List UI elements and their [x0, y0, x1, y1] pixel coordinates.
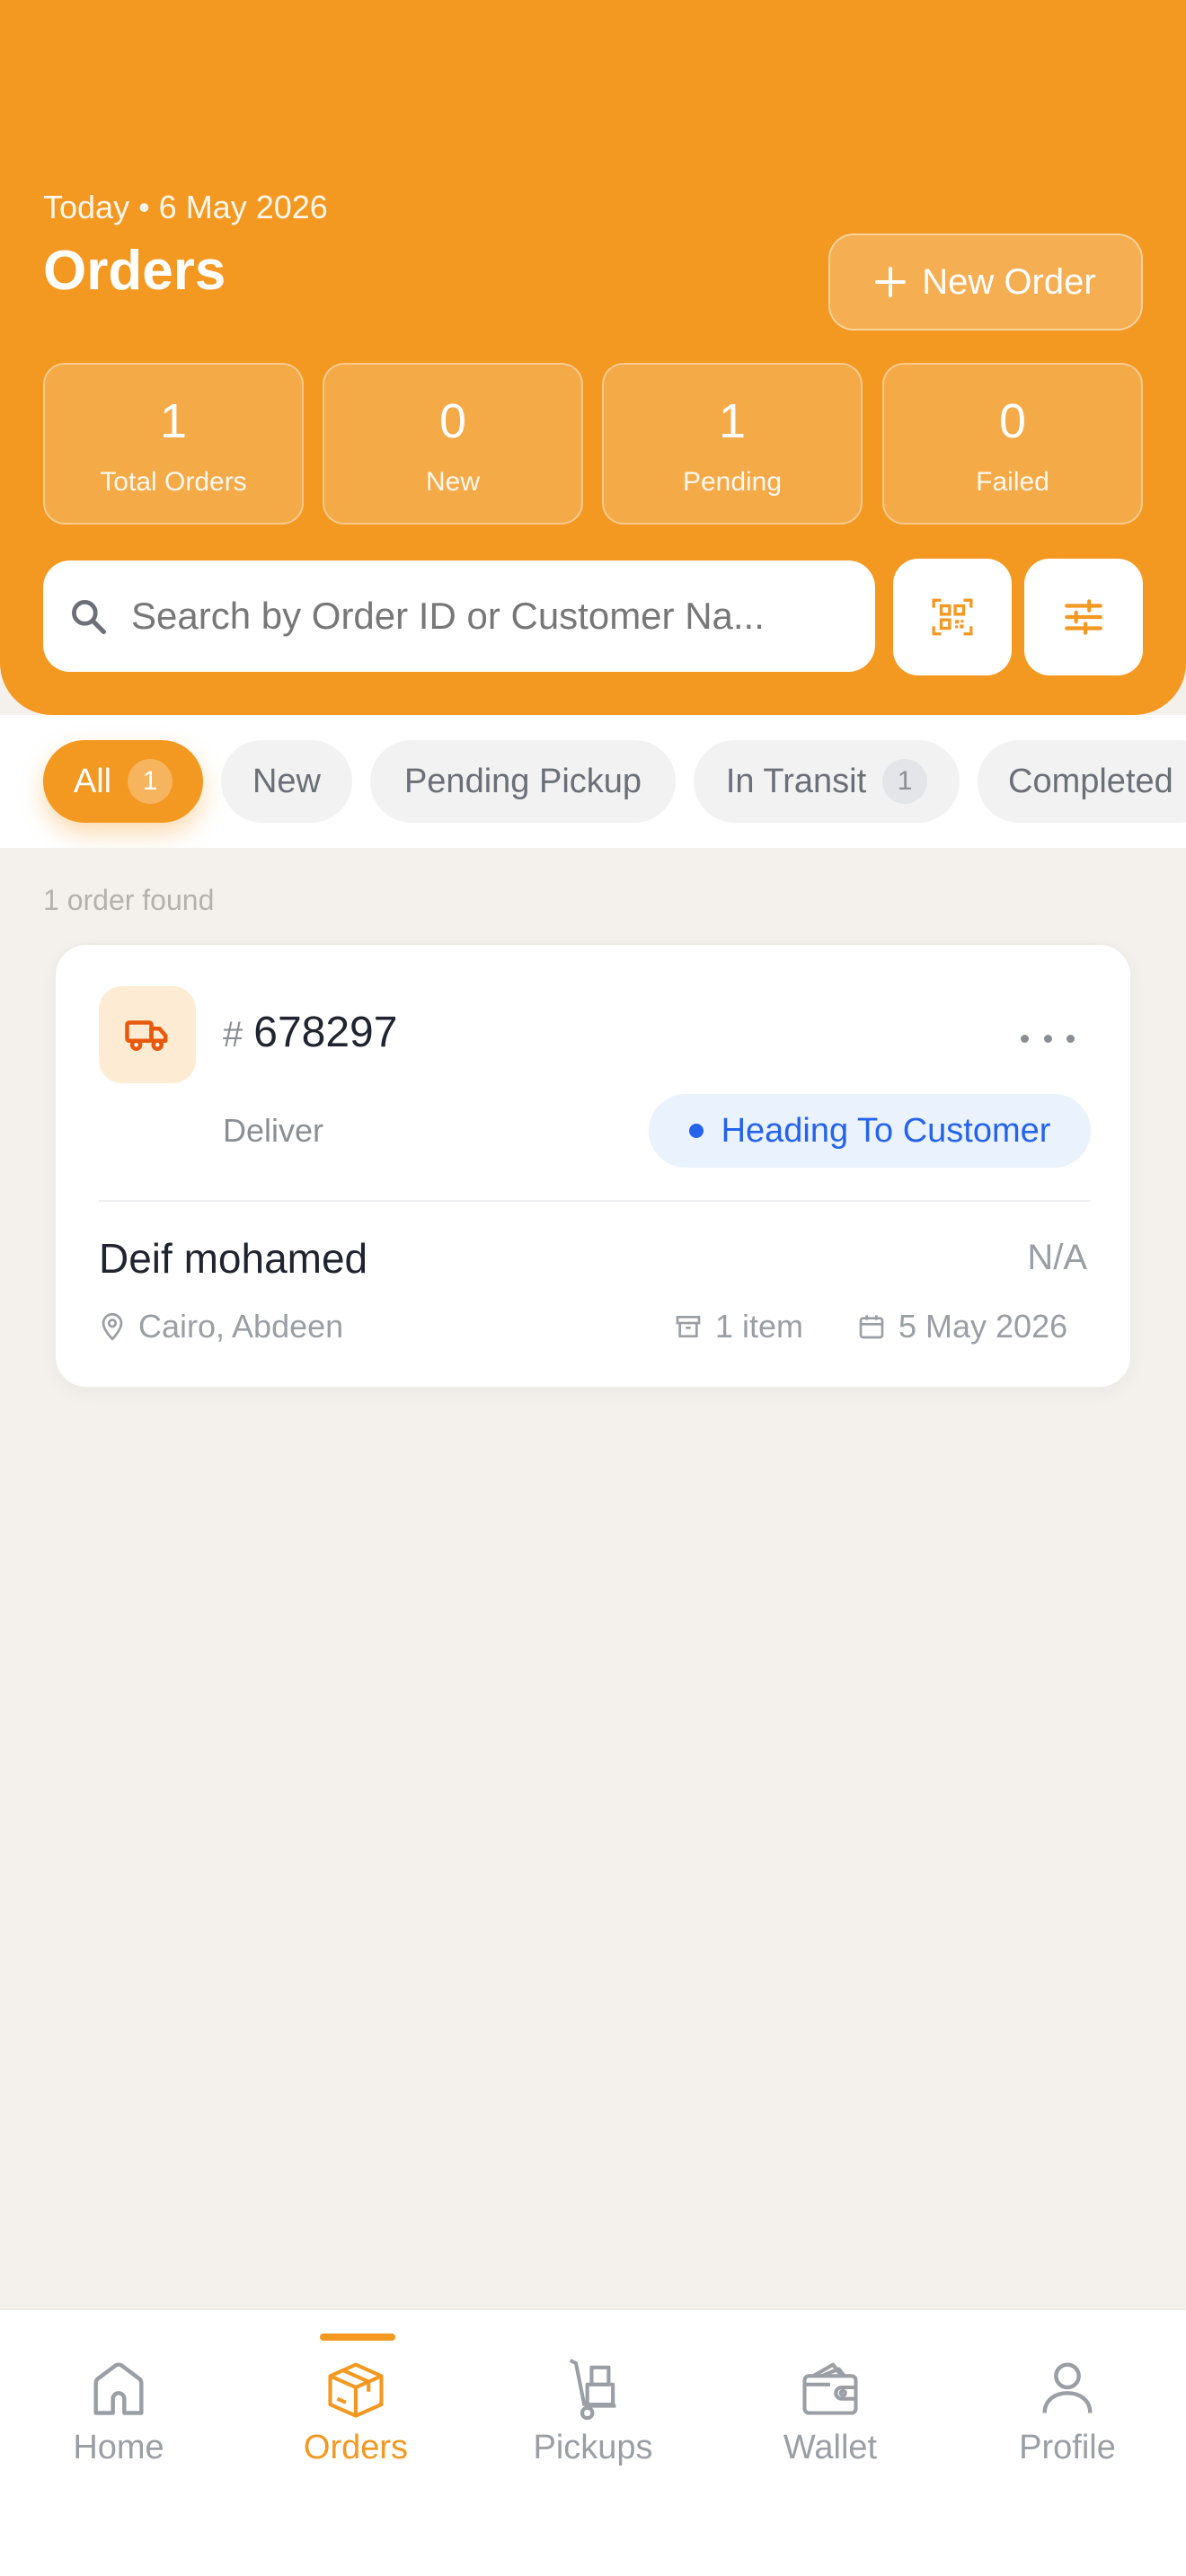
tab-in-transit[interactable]: In Transit 1 — [694, 740, 960, 823]
stat-label: New — [425, 467, 480, 497]
nav-item-wallet[interactable]: Wallet — [712, 2310, 949, 2508]
order-card[interactable]: #678297 Deliver Heading To Customer Deif… — [54, 943, 1132, 1389]
calendar-icon — [859, 1315, 884, 1339]
order-items: 1 item — [674, 1308, 803, 1345]
user-icon — [1042, 2362, 1093, 2413]
scan-qr-button[interactable] — [893, 559, 1012, 675]
nav-item-orders[interactable]: Orders — [237, 2310, 474, 2508]
nav-item-home[interactable]: Home — [0, 2310, 237, 2508]
tab-label: All — [73, 762, 112, 800]
nav-label: Profile — [1019, 2429, 1116, 2466]
nav-label: Pickups — [533, 2429, 653, 2466]
stat-value: 1 — [159, 394, 188, 448]
new-order-label: New Order — [922, 261, 1096, 302]
home-icon — [93, 2362, 144, 2415]
items-text: 1 item — [715, 1308, 804, 1345]
order-hash: # — [223, 1015, 243, 1054]
order-amount: N/A — [1027, 1238, 1087, 1277]
tab-label: New — [252, 762, 322, 800]
more-dot — [1043, 1034, 1052, 1043]
tab-count: 1 — [882, 759, 928, 804]
more-options-icon[interactable] — [1021, 1028, 1075, 1049]
tab-label: Pending Pickup — [403, 762, 642, 800]
orders-header: Today • 6 May 2026 Orders New Order 1 To… — [0, 0, 1186, 715]
search-bar — [43, 560, 875, 672]
location-pin-icon — [102, 1312, 123, 1341]
date-text: 5 May 2026 — [898, 1308, 1068, 1345]
results-count: 1 order found — [43, 884, 215, 916]
hand-truck-icon — [569, 2359, 616, 2421]
more-dot — [1067, 1034, 1075, 1043]
order-id: #678297 — [223, 1008, 397, 1057]
stat-total-orders[interactable]: 1 Total Orders — [43, 363, 304, 525]
stat-value: 0 — [998, 394, 1027, 448]
filter-button[interactable] — [1024, 559, 1143, 675]
nav-item-profile[interactable]: Profile — [949, 2310, 1186, 2508]
nav-label: Home — [73, 2429, 164, 2466]
stat-label: Pending — [682, 467, 783, 497]
divider — [99, 1200, 1091, 1202]
stat-new[interactable]: 0 New — [323, 363, 583, 525]
new-order-button[interactable]: New Order — [828, 234, 1143, 331]
date-line: Today • 6 May 2026 — [43, 189, 328, 225]
bottom-nav: Home Orders Pickups Wallet Profile — [0, 2308, 1186, 2576]
stat-failed[interactable]: 0 Failed — [882, 363, 1143, 525]
tab-completed[interactable]: Completed — [978, 740, 1186, 823]
status-tabs: All 1 New Pending Pickup In Transit 1 Co… — [0, 715, 1186, 848]
location-text: Cairo, Abdeen — [138, 1308, 344, 1345]
order-date: 5 May 2026 — [857, 1308, 1067, 1345]
plus-icon — [875, 267, 907, 297]
stats-row: 1 Total Orders 0 New 1 Pending 0 Failed — [43, 363, 1143, 525]
order-number: 678297 — [253, 1009, 398, 1056]
status-dot — [688, 1124, 704, 1138]
customer-name: Deif mohamed — [99, 1235, 368, 1282]
search-icon — [72, 600, 106, 634]
nav-item-pickups[interactable]: Pickups — [474, 2310, 712, 2508]
box-icon — [328, 2362, 384, 2418]
tab-label: Completed — [1008, 762, 1173, 800]
status-label: Heading To Customer — [721, 1111, 1051, 1150]
delivery-type-badge — [99, 986, 196, 1083]
tab-all[interactable]: All 1 — [43, 740, 203, 823]
truck-icon — [125, 1020, 168, 1051]
wallet-icon — [802, 2362, 858, 2415]
stat-pending[interactable]: 1 Pending — [602, 363, 863, 525]
tab-new[interactable]: New — [221, 740, 352, 823]
order-location: Cairo, Abdeen — [99, 1308, 343, 1345]
tab-pending-pickup[interactable]: Pending Pickup — [370, 740, 676, 823]
sliders-icon — [1065, 599, 1102, 635]
stat-value: 1 — [718, 394, 747, 448]
search-input[interactable] — [129, 580, 857, 652]
active-tab-indicator — [320, 2333, 395, 2341]
tab-count: 1 — [128, 759, 173, 804]
qr-code-icon — [932, 598, 973, 636]
order-type: Deliver — [223, 1112, 324, 1149]
stat-value: 0 — [438, 394, 467, 448]
status-badge: Heading To Customer — [649, 1094, 1091, 1168]
archive-icon — [676, 1316, 701, 1337]
tab-label: In Transit — [725, 762, 867, 800]
nav-label: Orders — [303, 2429, 409, 2466]
page-title: Orders — [43, 240, 226, 302]
nav-label: Wallet — [783, 2429, 878, 2466]
stat-label: Failed — [976, 467, 1049, 497]
more-dot — [1021, 1034, 1029, 1043]
stat-label: Total Orders — [100, 467, 247, 497]
